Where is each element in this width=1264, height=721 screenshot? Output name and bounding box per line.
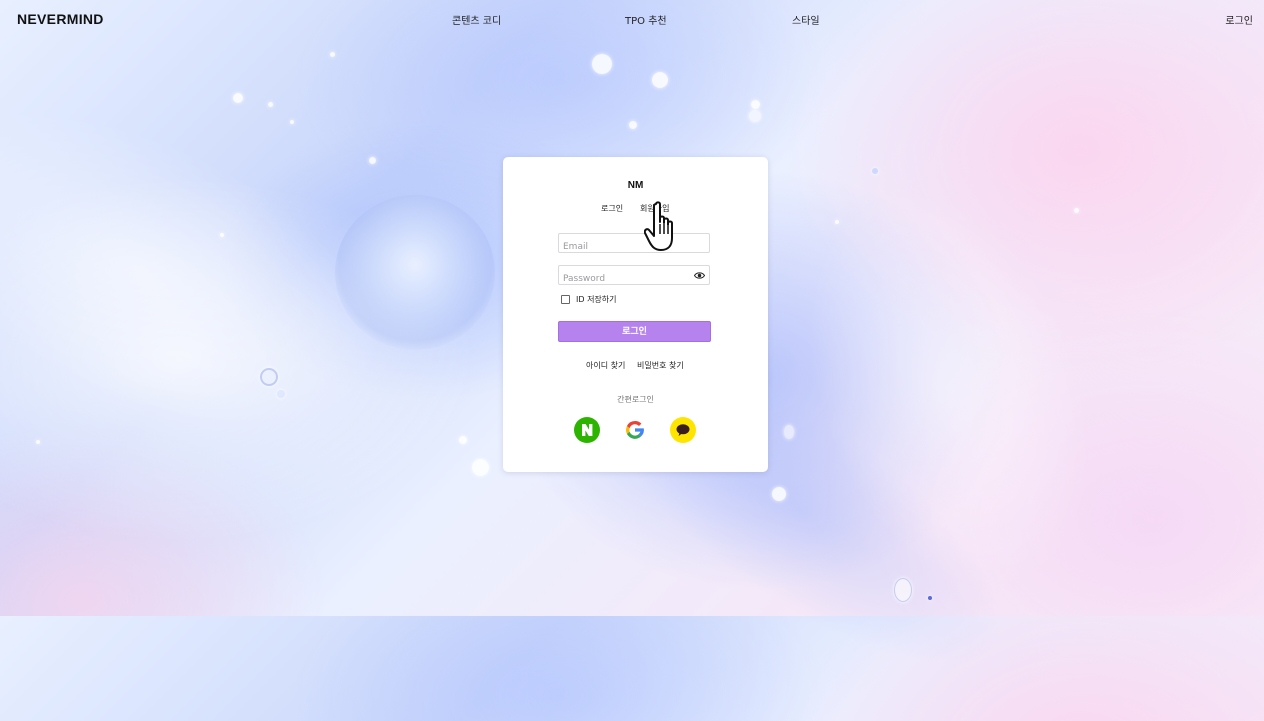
card-title: NM — [627, 180, 644, 191]
email-field-wrapper — [558, 233, 710, 256]
naver-icon — [582, 424, 593, 436]
google-login-button[interactable] — [622, 417, 648, 443]
nav-item-contents-codi[interactable]: 콘텐츠 코디 — [452, 12, 501, 27]
top-navigation: NEVERMIND 콘텐츠 코디 TPO 추천 스타일 로그인 — [0, 0, 1264, 38]
tab-login[interactable]: 로그인 — [601, 203, 623, 214]
header-login-link[interactable]: 로그인 — [1225, 12, 1253, 27]
find-password-link[interactable]: 비밀번호 찾기 — [637, 360, 684, 371]
brand-logo[interactable]: NEVERMIND — [17, 11, 104, 27]
login-card: NM 로그인 회원가입 ID 저장하기 로그인 아이디 찾기 비밀번호 찾기 간… — [503, 157, 768, 472]
nav-item-style[interactable]: 스타일 — [792, 12, 820, 27]
kakao-login-button[interactable] — [670, 417, 696, 443]
remember-id-label: ID 저장하기 — [576, 294, 617, 304]
google-icon — [626, 420, 644, 439]
find-id-link[interactable]: 아이디 찾기 — [586, 360, 625, 371]
password-field-wrapper — [558, 265, 710, 288]
naver-login-button[interactable] — [574, 417, 600, 443]
remember-id-row: ID 저장하기 — [561, 293, 617, 305]
simple-login-label: 간편로그인 — [617, 395, 654, 404]
eye-icon[interactable] — [694, 271, 705, 280]
login-button[interactable]: 로그인 — [558, 321, 711, 342]
remember-id-checkbox[interactable] — [561, 294, 570, 304]
hand-cursor-icon — [644, 201, 673, 251]
kakao-icon — [676, 424, 690, 436]
password-field[interactable] — [559, 270, 693, 288]
nav-item-tpo-recommend[interactable]: TPO 추천 — [625, 12, 667, 27]
